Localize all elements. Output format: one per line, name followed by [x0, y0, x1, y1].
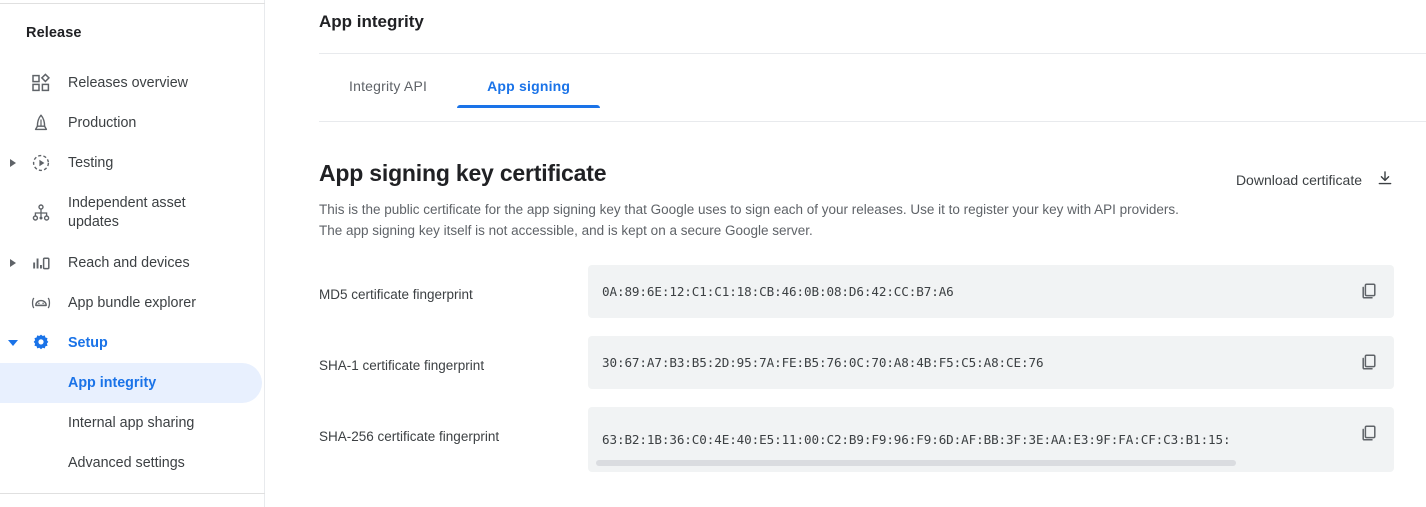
tab-app-signing[interactable]: App signing [457, 78, 600, 108]
tab-bar-divider [319, 121, 1426, 122]
tab-bar: Integrity API App signing [319, 78, 600, 108]
android-bundle-icon [24, 293, 58, 313]
fingerprint-value-field[interactable]: 63:B2:1B:36:C0:4E:40:E5:11:00:C2:B9:F9:9… [588, 407, 1394, 472]
copy-icon[interactable] [1356, 349, 1382, 375]
fingerprint-value: 30:67:A7:B3:B5:2D:95:7A:FE:B5:76:0C:70:A… [588, 336, 1043, 389]
tab-integrity-api[interactable]: Integrity API [319, 78, 457, 108]
fingerprint-value: 63:B2:1B:36:C0:4E:40:E5:11:00:C2:B9:F9:9… [588, 418, 1231, 462]
play-circle-icon [24, 153, 58, 173]
sidebar-item-label: Testing [58, 154, 113, 173]
fingerprint-list: MD5 certificate fingerprint 0A:89:6E:12:… [319, 265, 1394, 490]
sidebar-bottom-divider [0, 493, 265, 494]
download-icon [1376, 169, 1394, 190]
sidebar-item-app-bundle-explorer[interactable]: App bundle explorer [0, 283, 265, 323]
fingerprint-label: SHA-256 certificate fingerprint [319, 407, 588, 444]
rocket-icon [24, 113, 58, 133]
sidebar-subitem-label: App integrity [68, 375, 156, 391]
sidebar-item-label: Independent asset updates [58, 194, 223, 232]
sidebar-item-production[interactable]: Production [0, 103, 265, 143]
sidebar-item-label: Reach and devices [58, 254, 190, 273]
copy-icon[interactable] [1356, 278, 1382, 304]
app-root: Release Releases overview [0, 0, 1426, 507]
sidebar-subitem-label: Advanced settings [68, 455, 185, 471]
collapse-arrow-icon[interactable] [2, 340, 24, 346]
fingerprint-row-sha1: SHA-1 certificate fingerprint 30:67:A7:B… [319, 336, 1394, 389]
fingerprint-value-field[interactable]: 30:67:A7:B3:B5:2D:95:7A:FE:B5:76:0C:70:A… [588, 336, 1394, 389]
sidebar-item-independent-asset-updates[interactable]: Independent asset updates [0, 183, 265, 243]
fingerprint-value: 0A:89:6E:12:C1:C1:18:CB:46:0B:08:D6:42:C… [588, 265, 954, 318]
sidebar: Release Releases overview [0, 0, 265, 507]
sidebar-item-reach-and-devices[interactable]: Reach and devices [0, 243, 265, 283]
sidebar-item-label: Production [58, 114, 136, 133]
sidebar-top-divider [0, 3, 265, 4]
sidebar-item-label: Setup [58, 334, 108, 353]
tab-label: Integrity API [349, 78, 427, 94]
download-certificate-button[interactable]: Download certificate [1236, 169, 1394, 190]
expand-arrow-icon[interactable] [2, 259, 24, 267]
download-certificate-label: Download certificate [1236, 172, 1362, 188]
fingerprint-row-md5: MD5 certificate fingerprint 0A:89:6E:12:… [319, 265, 1394, 318]
sidebar-nav: Releases overview Production [0, 63, 265, 483]
section-description: This is the public certificate for the a… [319, 199, 1189, 241]
fingerprint-label: MD5 certificate fingerprint [319, 265, 588, 302]
sidebar-subitem-app-integrity[interactable]: App integrity [0, 363, 262, 403]
dashboard-icon [24, 73, 58, 93]
title-divider [319, 53, 1426, 54]
scrollbar-thumb[interactable] [596, 460, 1236, 466]
fingerprint-label: SHA-1 certificate fingerprint [319, 336, 588, 373]
sidebar-subitem-label: Internal app sharing [68, 415, 194, 431]
section-heading: App signing key certificate [319, 160, 606, 187]
main-content: App integrity Integrity API App signing … [265, 0, 1426, 507]
sidebar-item-releases-overview[interactable]: Releases overview [0, 63, 265, 103]
bar-chart-device-icon [24, 253, 58, 273]
sidebar-item-setup[interactable]: Setup [0, 323, 265, 363]
tab-label: App signing [487, 78, 570, 94]
copy-icon[interactable] [1356, 420, 1382, 446]
sidebar-item-label: Releases overview [58, 74, 188, 93]
sidebar-section-title: Release [26, 25, 82, 41]
expand-arrow-icon[interactable] [2, 159, 24, 167]
fingerprint-value-field[interactable]: 0A:89:6E:12:C1:C1:18:CB:46:0B:08:D6:42:C… [588, 265, 1394, 318]
sidebar-item-testing[interactable]: Testing [0, 143, 265, 183]
sidebar-subitem-internal-app-sharing[interactable]: Internal app sharing [0, 403, 265, 443]
horizontal-scrollbar[interactable] [596, 460, 1386, 466]
hierarchy-icon [24, 203, 58, 223]
sidebar-subitem-advanced-settings[interactable]: Advanced settings [0, 443, 265, 483]
gear-icon [24, 332, 58, 354]
sidebar-item-label: App bundle explorer [58, 294, 196, 313]
page-title: App integrity [319, 12, 424, 32]
fingerprint-row-sha256: SHA-256 certificate fingerprint 63:B2:1B… [319, 407, 1394, 472]
